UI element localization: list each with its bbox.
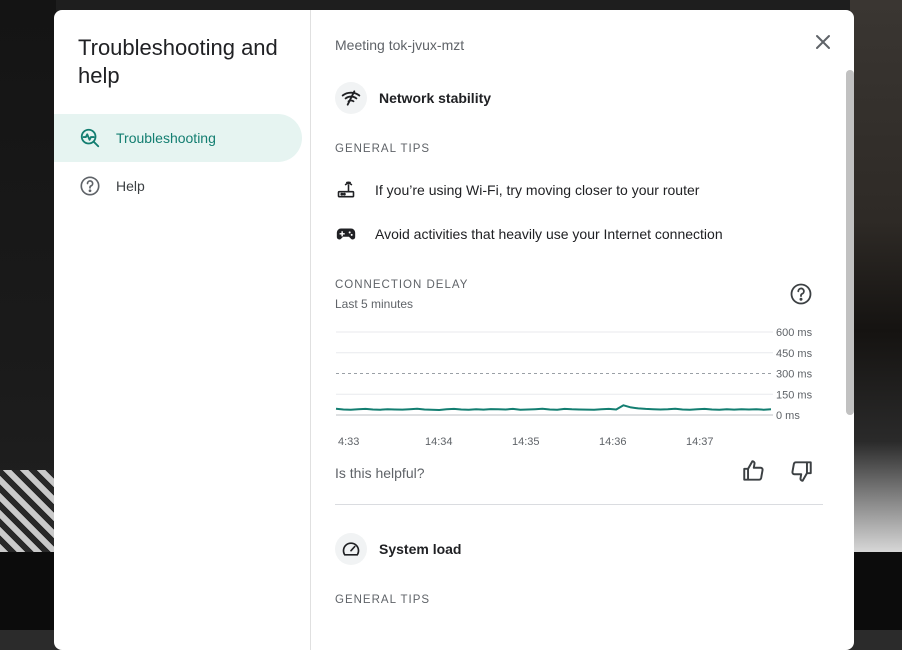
- chart-y-tick-label: 0 ms: [776, 410, 800, 422]
- chart-y-tick-label: 450 ms: [776, 348, 813, 360]
- gamepad-icon: [335, 223, 357, 245]
- chart-x-tick-label: 14:36: [599, 436, 627, 446]
- sidebar: Troubleshooting and help Troubleshooting: [54, 10, 311, 650]
- chart-x-tick-label: 4:33: [338, 436, 359, 446]
- sidebar-item-label: Help: [116, 178, 145, 194]
- chart-y-tick-label: 300 ms: [776, 369, 813, 381]
- connection-delay-help-button[interactable]: [789, 282, 813, 306]
- troubleshooting-dialog: Troubleshooting and help Troubleshooting: [54, 10, 854, 650]
- meeting-label: Meeting tok-jvux-mzt: [335, 37, 465, 53]
- chart-y-tick-label: 150 ms: [776, 389, 813, 401]
- close-button[interactable]: [811, 30, 835, 54]
- chart-x-tick-label: 14:34: [425, 436, 453, 446]
- connection-delay-chart: 600 ms 450 ms 300 ms 150 ms 0 ms 4:33 14:34 14:…: [335, 327, 813, 446]
- thumb-up-button[interactable]: [741, 458, 767, 484]
- system-load-header: System load: [335, 533, 461, 565]
- wifi-off-icon: [335, 82, 367, 114]
- chart-x-tick-label: 14:35: [512, 436, 540, 446]
- system-load-title: System load: [379, 541, 462, 557]
- section-divider: [335, 504, 823, 505]
- router-icon: [335, 179, 357, 201]
- close-icon: [816, 35, 830, 49]
- sidebar-item-troubleshooting[interactable]: Troubleshooting: [54, 114, 302, 162]
- connection-delay-heading: CONNECTION DELAY: [335, 279, 469, 291]
- network-health-icon: [79, 127, 101, 149]
- scrollbar[interactable]: [846, 70, 854, 415]
- main-content: Meeting tok-jvux-mzt Network stability G…: [311, 10, 854, 650]
- thumb-down-button[interactable]: [788, 458, 814, 484]
- tip-text: If you’re using Wi-Fi, try moving closer…: [375, 182, 700, 198]
- general-tips-heading: GENERAL TIPS: [335, 594, 431, 606]
- speedometer-icon: [335, 533, 367, 565]
- help-circle-icon: [790, 283, 812, 305]
- sidebar-title: Troubleshooting and help: [78, 35, 278, 88]
- tip-item: If you’re using Wi-Fi, try moving closer…: [335, 179, 699, 201]
- thumb-up-icon: [743, 460, 764, 481]
- network-stability-header: Network stability: [335, 82, 491, 114]
- tip-text: Avoid activities that heavily use your I…: [375, 226, 723, 242]
- chart-series-line: [335, 404, 772, 411]
- sidebar-item-label: Troubleshooting: [116, 130, 216, 146]
- sidebar-item-help[interactable]: Help: [54, 162, 302, 210]
- general-tips-heading: GENERAL TIPS: [335, 143, 431, 155]
- help-circle-icon: [79, 175, 101, 197]
- tip-item: Avoid activities that heavily use your I…: [335, 223, 723, 245]
- chart-y-tick-label: 600 ms: [776, 327, 813, 339]
- chart-x-tick-label: 14:37: [686, 436, 714, 446]
- network-stability-title: Network stability: [379, 90, 492, 106]
- backdrop-right: [850, 0, 902, 552]
- backdrop-pattern: [0, 470, 56, 552]
- thumb-down-icon: [791, 461, 812, 482]
- connection-delay-subtitle: Last 5 minutes: [335, 297, 414, 311]
- feedback-question: Is this helpful?: [335, 465, 425, 481]
